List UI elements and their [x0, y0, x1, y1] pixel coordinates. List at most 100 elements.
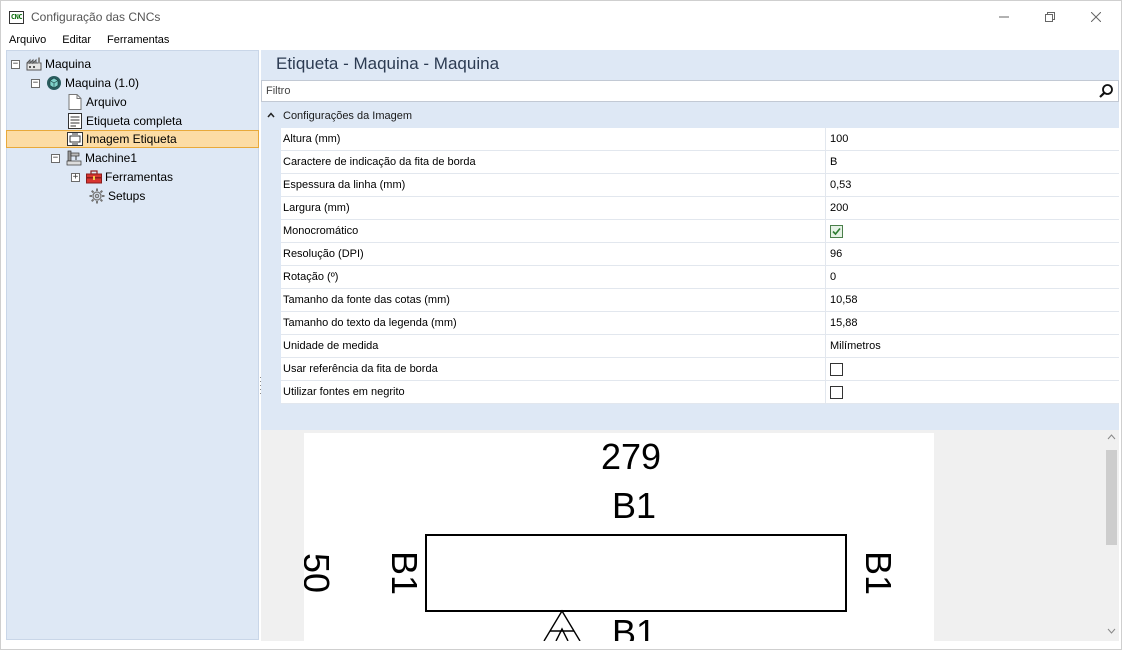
- close-button[interactable]: [1073, 1, 1119, 33]
- chevron-up-icon[interactable]: [267, 110, 275, 120]
- property-row[interactable]: Utilizar fontes em negrito: [281, 381, 1119, 404]
- toolbox-icon: [86, 169, 102, 185]
- usar-referencia-checkbox[interactable]: [830, 363, 843, 376]
- piece-rectangle: [425, 534, 847, 612]
- property-name: Resolução (DPI): [281, 243, 826, 266]
- property-row[interactable]: Resolução (DPI) 96: [281, 243, 1119, 266]
- property-grid: Altura (mm) 100 Caractere de indicação d…: [281, 128, 1119, 404]
- category-label: Configurações da Imagem: [283, 110, 413, 122]
- bottom-edge-label: B1: [612, 612, 657, 642]
- scroll-up-icon[interactable]: [1107, 432, 1116, 443]
- property-name: Tamanho do texto da legenda (mm): [281, 312, 826, 335]
- label-sheet-icon: [67, 113, 83, 129]
- properties-pane: Etiqueta - Maquina - Maquina Filtro Conf…: [261, 50, 1119, 430]
- property-row[interactable]: Espessura da linha (mm) 0,53: [281, 174, 1119, 197]
- label-image-icon: [67, 131, 83, 147]
- title-bar: CNC Configuração das CNCs: [1, 1, 1121, 33]
- properties-title: Etiqueta - Maquina - Maquina: [276, 54, 500, 73]
- property-value[interactable]: 200: [827, 197, 1119, 220]
- checkmark-icon: [832, 227, 841, 236]
- menu-editar[interactable]: Editar: [54, 33, 99, 49]
- tree-item-imagem-etiqueta[interactable]: Imagem Etiqueta: [6, 130, 259, 148]
- tree-pane: − Maquina − Maquina (1.0) Arquivo Etique…: [6, 50, 259, 640]
- category-header[interactable]: Configurações da Imagem: [261, 106, 1119, 126]
- property-row[interactable]: Altura (mm) 100: [281, 128, 1119, 151]
- property-row[interactable]: Caractere de indicação da fita de borda …: [281, 151, 1119, 174]
- property-value[interactable]: B: [827, 151, 1119, 174]
- minimize-button[interactable]: [981, 1, 1027, 33]
- search-icon[interactable]: [1098, 83, 1114, 102]
- restore-button[interactable]: [1027, 1, 1073, 33]
- menu-ferramentas[interactable]: Ferramentas: [99, 33, 177, 49]
- right-edge-label: B1: [858, 551, 899, 596]
- close-icon: [1091, 12, 1101, 22]
- property-value[interactable]: 0,53: [827, 174, 1119, 197]
- minimize-icon: [999, 16, 1009, 18]
- property-name: Altura (mm): [281, 128, 826, 151]
- app-icon: CNC: [9, 11, 24, 24]
- label-preview-area: 279 B1 50 B1 B1 B1: [261, 430, 1119, 641]
- collapse-icon[interactable]: −: [11, 59, 20, 69]
- file-icon: [67, 94, 83, 110]
- property-name: Caractere de indicação da fita de borda: [281, 151, 826, 174]
- property-name: Usar referência da fita de borda: [281, 358, 826, 381]
- property-value[interactable]: Milímetros: [827, 335, 1119, 358]
- cube-icon: [46, 75, 62, 91]
- collapse-icon[interactable]: −: [31, 78, 40, 88]
- tree-item-maquina-root[interactable]: − Maquina: [11, 55, 91, 73]
- scroll-down-icon[interactable]: [1107, 626, 1116, 637]
- tree-label: Ferramentas: [105, 170, 174, 184]
- tree-item-ferramentas[interactable]: + Ferramentas: [71, 168, 173, 186]
- filter-placeholder: Filtro: [266, 85, 291, 97]
- grain-marker: [543, 609, 581, 641]
- tree-label: Maquina (1.0): [65, 76, 140, 90]
- gear-icon: [89, 188, 105, 204]
- scroll-thumb[interactable]: [1106, 450, 1117, 545]
- preview-scrollbar[interactable]: [1104, 430, 1119, 641]
- horizontal-splitter[interactable]: [805, 425, 825, 434]
- tree-item-machine1[interactable]: − Machine1: [51, 149, 137, 167]
- property-row[interactable]: Unidade de medida Milímetros: [281, 335, 1119, 358]
- property-row[interactable]: Usar referência da fita de borda: [281, 358, 1119, 381]
- property-value[interactable]: 96: [827, 243, 1119, 266]
- property-row[interactable]: Tamanho do texto da legenda (mm) 15,88: [281, 312, 1119, 335]
- factory-icon: [26, 56, 42, 72]
- left-edge-label: B1: [384, 551, 425, 596]
- property-name: Espessura da linha (mm): [281, 174, 826, 197]
- property-value[interactable]: 0: [827, 266, 1119, 289]
- label-preview: 279 B1 50 B1 B1 B1: [304, 433, 934, 641]
- property-value[interactable]: 10,58: [827, 289, 1119, 312]
- tree-label: Imagem Etiqueta: [86, 132, 177, 146]
- property-row[interactable]: Tamanho da fonte das cotas (mm) 10,58: [281, 289, 1119, 312]
- tree-label: Setups: [108, 189, 146, 203]
- property-value[interactable]: 15,88: [827, 312, 1119, 335]
- expand-icon[interactable]: +: [71, 172, 80, 182]
- property-name: Largura (mm): [281, 197, 826, 220]
- tree-item-setups[interactable]: Setups: [89, 187, 145, 205]
- collapse-icon[interactable]: −: [51, 153, 60, 163]
- tree-label: Maquina: [45, 57, 92, 71]
- left-dimension-label: 50: [304, 553, 337, 594]
- label-drawing: [425, 534, 847, 641]
- property-row[interactable]: Monocromático: [281, 220, 1119, 243]
- tree-label: Arquivo: [86, 95, 127, 109]
- monocromatico-checkbox[interactable]: [830, 225, 843, 238]
- window-title: Configuração das CNCs: [31, 10, 161, 24]
- fontes-negrito-checkbox[interactable]: [830, 386, 843, 399]
- filter-input[interactable]: Filtro: [261, 80, 1119, 102]
- property-name: Tamanho da fonte das cotas (mm): [281, 289, 826, 312]
- tree-label: Machine1: [85, 151, 138, 165]
- property-row[interactable]: Largura (mm) 200: [281, 197, 1119, 220]
- property-name: Monocromático: [281, 220, 826, 243]
- menu-arquivo[interactable]: Arquivo: [1, 33, 54, 49]
- property-name: Utilizar fontes em negrito: [281, 381, 826, 404]
- tree-item-maquina-machine[interactable]: − Maquina (1.0): [31, 74, 139, 92]
- tree-item-etiqueta-completa[interactable]: Etiqueta completa: [67, 112, 182, 130]
- property-name: Rotação (º): [281, 266, 826, 289]
- machine-icon: [66, 150, 82, 166]
- tree-item-arquivo[interactable]: Arquivo: [67, 93, 127, 111]
- property-name: Unidade de medida: [281, 335, 826, 358]
- property-value[interactable]: 100: [827, 128, 1119, 151]
- restore-icon: [1045, 12, 1055, 22]
- property-row[interactable]: Rotação (º) 0: [281, 266, 1119, 289]
